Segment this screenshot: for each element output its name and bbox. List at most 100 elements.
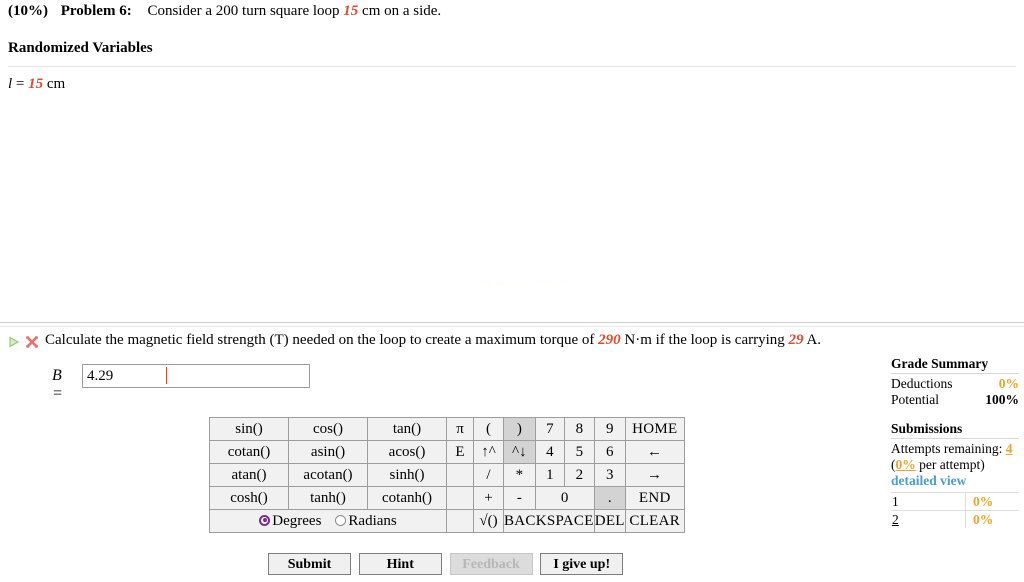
key-close-paren: ) [503,417,536,441]
key-tanh[interactable]: tanh() [288,486,368,510]
deductions-label: Deductions [891,376,953,391]
radio-radians-label: Radians [348,512,397,529]
key-8[interactable]: 8 [564,417,595,441]
attempts-remaining-label: Attempts remaining: [891,441,1003,456]
play-icon[interactable] [8,336,20,348]
problem-label: Problem 6: [60,3,132,19]
attempt-percent: 0% [965,510,1019,528]
question-text-post: A. [803,332,822,348]
key-acotan[interactable]: acotan() [288,463,368,487]
keypad-row: Degrees Radians √() BACKSPACE DEL CLEAR [209,509,685,533]
key-atan[interactable]: atan() [209,463,289,487]
question-divider-bottom [0,326,1024,327]
radio-degrees[interactable] [259,514,271,526]
hint-button[interactable]: Hint [358,553,442,575]
grade-summary-divider [891,373,1019,374]
variable-equals: = [12,76,29,92]
text-cursor [166,367,167,384]
attempt-percent: 0% [965,492,1019,511]
key-right-arrow[interactable]: → [624,463,685,487]
attempts-table: 1 0% 2 0% [891,492,1019,528]
question-text: Calculate the magnetic field strength (T… [45,332,821,349]
problem-statement-post: cm on a side. [358,3,442,19]
radio-degrees-label: Degrees [272,512,322,529]
key-cos[interactable]: cos() [288,417,368,441]
angle-mode-selector[interactable]: Degrees Radians [209,509,447,533]
variable-value: 15 [28,76,44,92]
incorrect-mark-icon [25,335,39,349]
key-0[interactable]: 0 [534,486,595,510]
key-1[interactable]: 1 [534,463,566,487]
keypad-row: sin() cos() tan() π ( ) 7 8 9 HOME [209,417,685,441]
key-7[interactable]: 7 [534,417,566,441]
key-6[interactable]: 6 [593,440,626,464]
key-clear[interactable]: CLEAR [624,509,685,533]
randomized-variable-line: l = 15 cm [8,76,65,93]
key-decimal-point: . [593,486,626,510]
key-sqrt[interactable]: √() [473,509,504,533]
attempts-remaining-row: Attempts remaining: 4 [891,441,1019,457]
key-left-arrow[interactable]: ← [624,440,685,464]
key-9[interactable]: 9 [593,417,626,441]
problem-statement-pre: Consider a 200 turn square loop [147,3,344,19]
key-cotanh[interactable]: cotanh() [367,486,447,510]
answer-label: B = [52,367,63,402]
grade-summary-title: Grade Summary [891,356,989,371]
key-divide[interactable]: / [473,463,504,487]
key-sin[interactable]: sin() [209,417,289,441]
key-blank [446,509,474,533]
question-divider-top [0,322,1024,323]
key-cosh[interactable]: cosh() [209,486,289,510]
question-torque-value: 290 [598,332,621,348]
detailed-view-link[interactable]: detailed view [891,473,966,489]
problem-statement-value: 15 [343,3,359,19]
submit-button[interactable]: Submit [268,553,351,575]
key-cotan[interactable]: cotan() [209,440,289,464]
radio-radians[interactable] [335,514,347,526]
give-up-button[interactable]: I give up! [540,553,624,575]
key-blank [446,463,474,487]
key-open-paren[interactable]: ( [473,417,504,441]
grade-summary-panel: Grade Summary Deductions 0% Potential 10… [891,356,1019,528]
key-tan[interactable]: tan() [367,417,447,441]
key-minus[interactable]: - [503,486,536,510]
key-3[interactable]: 3 [593,463,626,487]
table-row[interactable]: 2 0% [891,510,1019,528]
potential-value: 100% [985,392,1019,407]
potential-row: Potential 100% [891,392,1019,408]
question-text-pre: Calculate the magnetic field strength (T… [45,332,599,348]
key-multiply[interactable]: * [503,463,536,487]
per-attempt-row: (0% per attempt) [891,457,1019,473]
key-sinh[interactable]: sinh() [367,463,447,487]
table-row[interactable]: 1 0% [891,492,1019,511]
grade-summary-spacer [891,408,1019,421]
key-power-down: ^↓ [503,440,536,464]
key-acos[interactable]: acos() [367,440,447,464]
key-home[interactable]: HOME [624,417,685,441]
key-power-up[interactable]: ↑^ [473,440,504,464]
calculator-keypad[interactable]: sin() cos() tan() π ( ) 7 8 9 HOME cotan… [209,417,685,533]
key-asin[interactable]: asin() [288,440,368,464]
problem-percent: (10%) [8,3,48,19]
key-4[interactable]: 4 [534,440,566,464]
page-title: (10%) Problem 6: Consider a 200 turn squ… [8,3,441,20]
key-5[interactable]: 5 [564,440,595,464]
question-row: Calculate the magnetic field strength (T… [0,332,880,356]
submissions-title: Submissions [891,421,963,436]
key-e[interactable]: E [446,440,474,464]
key-plus[interactable]: + [473,486,504,510]
key-end[interactable]: END [624,486,685,510]
keypad-row: atan() acotan() sinh() / * 1 2 3 → [209,463,685,487]
randomized-variables-heading: Randomized Variables [8,40,153,56]
background-artifact: scan artifact residue [470,274,575,287]
key-2[interactable]: 2 [564,463,595,487]
key-blank [446,486,474,510]
key-backspace[interactable]: BACKSPACE [503,509,595,533]
key-pi[interactable]: π [446,417,474,441]
answer-input[interactable] [82,364,310,388]
attempts-remaining-value: 4 [1005,441,1013,456]
key-del[interactable]: DEL [593,509,626,533]
feedback-button: Feedback [449,553,533,575]
action-button-bar: Submit Hint Feedback I give up! [268,553,627,575]
keypad-row: cotan() asin() acos() E ↑^ ^↓ 4 5 6 ← [209,440,685,464]
